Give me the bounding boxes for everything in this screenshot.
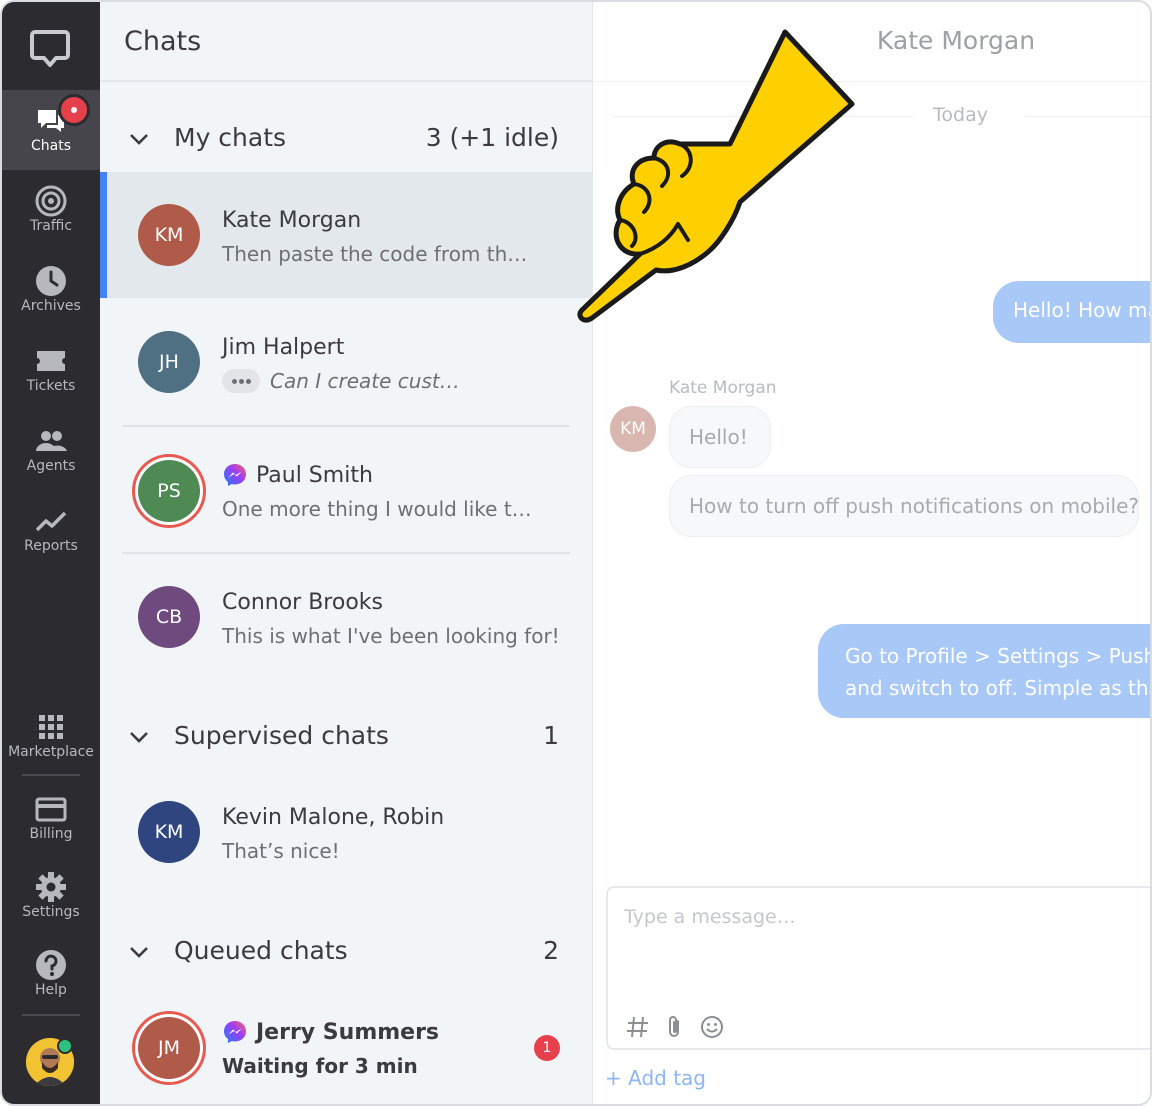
- chat-list-header: Chats: [100, 2, 593, 82]
- chart-line-icon: [35, 511, 67, 532]
- message-outgoing[interactable]: Hello! How ma: [993, 281, 1150, 343]
- sidebar-item-label: Marketplace: [8, 744, 94, 760]
- sidebar-item-label: Billing: [29, 826, 73, 842]
- section-my-chats[interactable]: My chats 3 (+1 idle): [100, 109, 593, 169]
- credit-card-icon: [35, 797, 67, 822]
- message-line: and switch to off. Simple as that: [845, 676, 1152, 700]
- chat-name: Kate Morgan: [222, 208, 362, 233]
- chevron-down-icon[interactable]: [128, 727, 150, 747]
- message-incoming[interactable]: Hello!: [669, 406, 771, 468]
- chat-preview: One more thing I would like to a…: [222, 497, 532, 521]
- chat-item[interactable]: JM Jerry Summers Waiting for 3 min: [100, 984, 593, 1104]
- avatar: JH: [138, 331, 200, 393]
- chevron-down-icon[interactable]: [128, 129, 150, 149]
- unread-count-badge: 1: [534, 1035, 560, 1061]
- chat-preview: Can I create custom…: [270, 369, 470, 393]
- sidebar-nav: Chats Traffic Archives Tickets Agents Re…: [2, 2, 100, 1104]
- nav-divider: [22, 1014, 80, 1016]
- section-title: Supervised chats: [174, 721, 389, 750]
- chat-item[interactable]: KM Kate Morgan Then paste the code from …: [100, 172, 593, 298]
- chat-item[interactable]: PS Paul Smith One more thing I would lik…: [100, 427, 593, 553]
- online-status-dot: [57, 1038, 73, 1054]
- hashtag-icon[interactable]: [625, 1014, 651, 1040]
- add-tag-link[interactable]: + Add tag: [605, 1066, 706, 1090]
- sidebar-item-label: Reports: [24, 538, 78, 554]
- avatar: KM: [610, 406, 656, 452]
- sidebar-item-label: Settings: [22, 904, 80, 920]
- grid-icon: [39, 715, 63, 739]
- sidebar-item-billing[interactable]: Billing: [2, 778, 100, 858]
- sidebar-item-label: Chats: [30, 138, 71, 154]
- sidebar-item-archives[interactable]: Archives: [2, 250, 100, 330]
- sidebar-item-label: Tickets: [26, 378, 76, 394]
- avatar: CB: [138, 586, 200, 648]
- conversation-header: Kate Morgan: [593, 2, 1150, 82]
- avatar: KM: [138, 204, 200, 266]
- chat-item[interactable]: CB Connor Brooks This is what I've been …: [100, 554, 593, 680]
- sidebar-item-help[interactable]: Help: [2, 934, 100, 1014]
- notification-badge: [58, 94, 90, 126]
- chat-item[interactable]: JH Jim Halpert Can I create custom…: [100, 299, 593, 425]
- sender-name: Kate Morgan: [669, 378, 777, 398]
- message-input[interactable]: [624, 906, 1124, 928]
- section-title: My chats: [174, 123, 287, 152]
- sidebar-item-agents[interactable]: Agents: [2, 410, 100, 490]
- date-divider-line: [1025, 116, 1150, 117]
- logo-icon[interactable]: [30, 28, 70, 68]
- sidebar-item-label: Help: [35, 982, 67, 998]
- app-window: Chats Traffic Archives Tickets Agents Re…: [0, 0, 1152, 1106]
- message-line: Go to Profile > Settings > Push n: [845, 644, 1152, 668]
- chat-preview: That’s nice!: [222, 839, 340, 863]
- chat-name: Jim Halpert: [222, 335, 345, 360]
- page-title: Chats: [124, 26, 202, 57]
- chat-name: Connor Brooks: [222, 590, 383, 615]
- sidebar-item-marketplace[interactable]: Marketplace: [2, 698, 100, 778]
- message-outgoing[interactable]: Go to Profile > Settings > Push n and sw…: [818, 624, 1152, 718]
- messenger-icon: [224, 1021, 246, 1043]
- chat-name: Kevin Malone, Robin: [222, 805, 445, 830]
- chat-preview: Waiting for 3 min: [222, 1054, 418, 1078]
- message-incoming[interactable]: How to turn off push notifications on mo…: [669, 475, 1139, 537]
- chat-name: Jerry Summers: [256, 1020, 440, 1045]
- chat-list-panel: Chats My chats 3 (+1 idle) KM Kate Morga…: [100, 2, 593, 1104]
- message-composer: [606, 886, 1150, 1050]
- clock-icon: [36, 266, 66, 296]
- avatar: JM: [138, 1017, 200, 1079]
- nav-divider: [22, 774, 80, 776]
- conversation-panel: Kate Morgan Today Hello! How ma Kate Mor…: [593, 2, 1152, 1104]
- sidebar-item-reports[interactable]: Reports: [2, 490, 100, 570]
- date-label: Today: [933, 104, 988, 126]
- date-divider-line: [613, 116, 913, 117]
- chat-item[interactable]: KM Kevin Malone, Robin That’s nice!: [100, 769, 593, 895]
- sidebar-item-label: Agents: [26, 458, 76, 474]
- emoji-icon[interactable]: [699, 1014, 725, 1040]
- agents-icon: [36, 431, 67, 451]
- help-icon: [36, 950, 66, 980]
- sidebar-item-tickets[interactable]: Tickets: [2, 330, 100, 410]
- chat-name: Paul Smith: [256, 463, 373, 488]
- chat-preview: Then paste the code from the e…: [222, 242, 532, 266]
- gear-icon: [36, 872, 66, 902]
- avatar: KM: [138, 801, 200, 863]
- avatar: PS: [138, 460, 200, 522]
- section-count: 2: [543, 936, 559, 965]
- messenger-icon: [224, 464, 246, 486]
- conversation-title: Kate Morgan: [876, 26, 1036, 55]
- section-count: 3 (+1 idle): [425, 123, 559, 152]
- paperclip-icon[interactable]: [662, 1014, 688, 1040]
- section-supervised-chats[interactable]: Supervised chats 1: [100, 707, 593, 767]
- chevron-down-icon[interactable]: [128, 942, 150, 962]
- ticket-icon: [37, 351, 65, 371]
- section-count: 1: [543, 721, 559, 750]
- sidebar-item-settings[interactable]: Settings: [2, 856, 100, 936]
- section-queued-chats[interactable]: Queued chats 2: [100, 922, 593, 982]
- sidebar-item-label: Traffic: [29, 218, 73, 234]
- sidebar-item-label: Archives: [21, 298, 81, 314]
- section-title: Queued chats: [174, 936, 348, 965]
- typing-indicator: [222, 369, 260, 393]
- traffic-icon: [35, 185, 67, 217]
- sidebar-item-traffic[interactable]: Traffic: [2, 170, 100, 250]
- chat-preview: This is what I've been looking for!: [222, 624, 560, 648]
